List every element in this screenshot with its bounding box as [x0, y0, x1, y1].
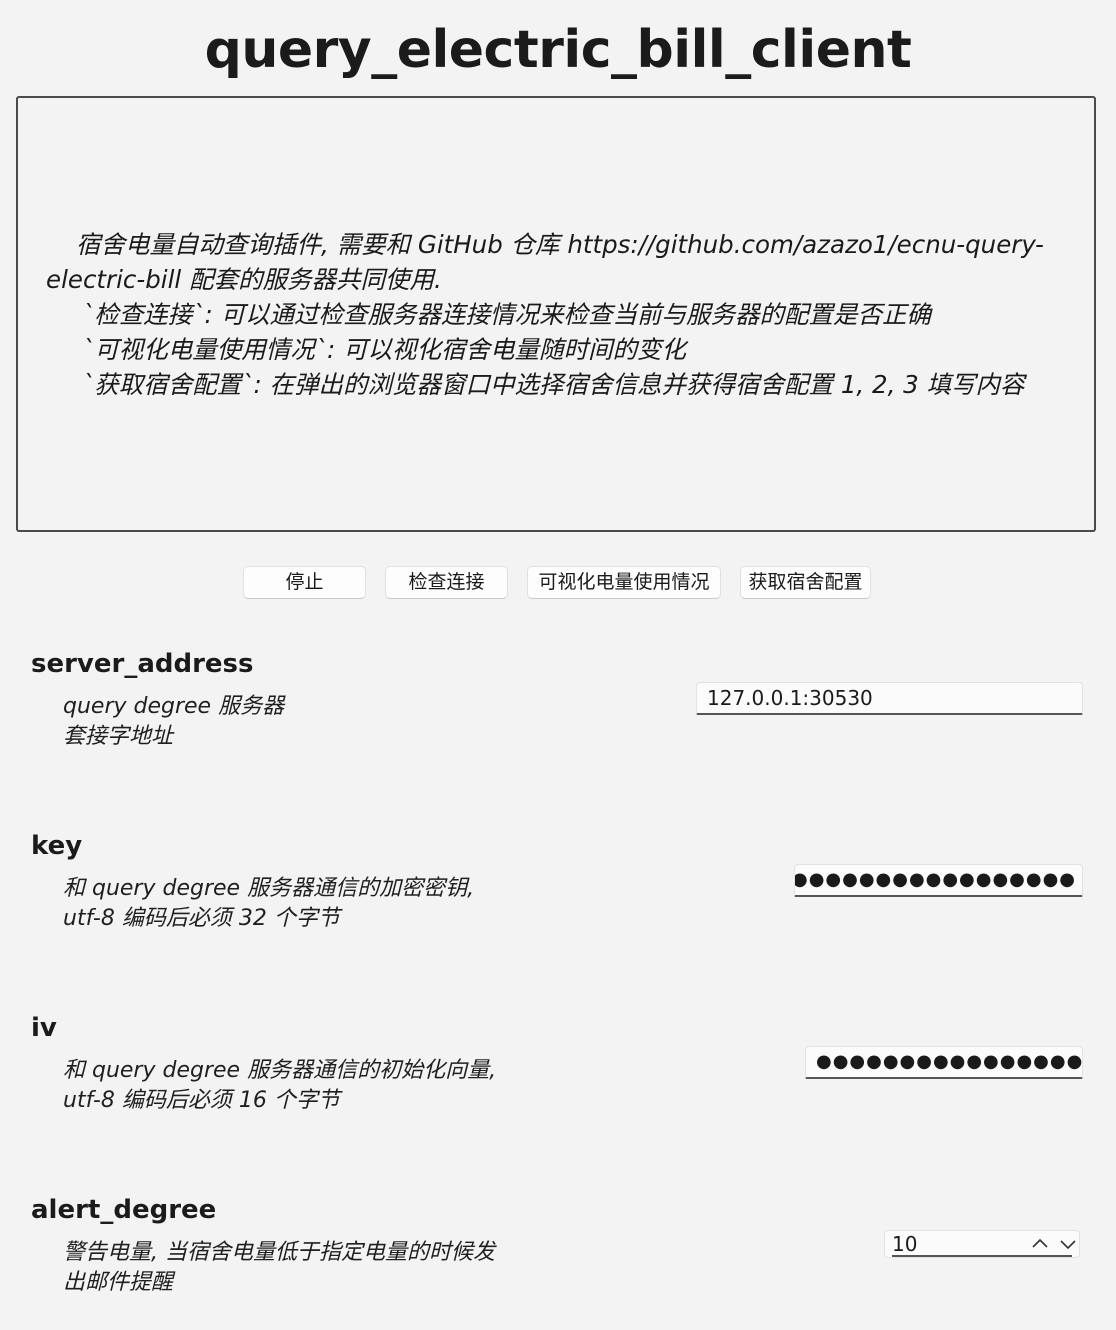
chevron-up-icon	[1032, 1238, 1048, 1248]
decrement-button[interactable]	[1057, 1233, 1079, 1255]
server-address-label: server_address	[31, 649, 254, 679]
iv-description-line: utf-8 编码后必须 16 个字节	[63, 1088, 340, 1113]
description-panel: 宿舍电量自动查询插件, 需要和 GitHub 仓库 https://github…	[16, 96, 1096, 532]
check-connection-button[interactable]: 检查连接	[385, 566, 508, 599]
description-line-visualize: `可视化电量使用情况`: 可以视化宿舍电量随时间的变化	[82, 334, 687, 364]
alert-degree-description: 警告电量, 当宿舍电量低于指定电量的时候发 出邮件提醒	[63, 1238, 495, 1298]
app-title: query_electric_bill_client	[204, 20, 912, 80]
key-label: key	[31, 831, 83, 861]
description-line-dorm: `获取宿舍配置`: 在弹出的浏览器窗口中选择宿舍信息并获得宿舍配置 1, 2, …	[82, 369, 1025, 399]
iv-description-line: 和 query degree 服务器通信的初始化向量,	[63, 1058, 497, 1083]
key-description-line: utf-8 编码后必须 32 个字节	[63, 906, 340, 931]
server-address-description-line: 套接字地址	[63, 724, 174, 749]
iv-label: iv	[31, 1013, 57, 1043]
key-description-line: 和 query degree 服务器通信的加密密钥,	[63, 876, 475, 901]
server-address-description-line: query degree 服务器	[63, 694, 285, 719]
key-password-input[interactable]: ●●●●●●●●●●●●●●●●●●●●●	[794, 864, 1083, 897]
description-line-intro: 宿舍电量自动查询插件, 需要和 GitHub 仓库 https://github…	[46, 229, 1044, 294]
alert-degree-description-line: 警告电量, 当宿舍电量低于指定电量的时候发	[63, 1240, 495, 1265]
alert-degree-spinbox[interactable]: 10	[884, 1230, 1080, 1258]
chevron-down-icon	[1060, 1240, 1076, 1250]
action-button-row: 停止 检查连接 可视化电量使用情况 获取宿舍配置	[0, 566, 1116, 600]
server-address-input[interactable]: 127.0.0.1:30530	[696, 682, 1083, 715]
iv-password-input[interactable]: ●●●●●●●●●●●●●●●●●	[805, 1046, 1083, 1079]
server-address-description: query degree 服务器 套接字地址	[63, 692, 284, 752]
increment-button[interactable]	[1029, 1233, 1051, 1255]
alert-degree-label: alert_degree	[31, 1195, 217, 1225]
description-line-check: `检查连接`: 可以通过检查服务器连接情况来检查当前与服务器的配置是否正确	[82, 299, 932, 329]
description-text: 宿舍电量自动查询插件, 需要和 GitHub 仓库 https://github…	[18, 227, 1094, 402]
key-description: 和 query degree 服务器通信的加密密钥, utf-8 编码后必须 3…	[63, 874, 474, 934]
alert-degree-description-line: 出邮件提醒	[63, 1270, 174, 1295]
iv-description: 和 query degree 服务器通信的初始化向量, utf-8 编码后必须 …	[63, 1056, 496, 1116]
stop-button[interactable]: 停止	[243, 566, 366, 599]
visualize-usage-button[interactable]: 可视化电量使用情况	[527, 566, 721, 599]
get-dorm-config-button[interactable]: 获取宿舍配置	[740, 566, 871, 599]
